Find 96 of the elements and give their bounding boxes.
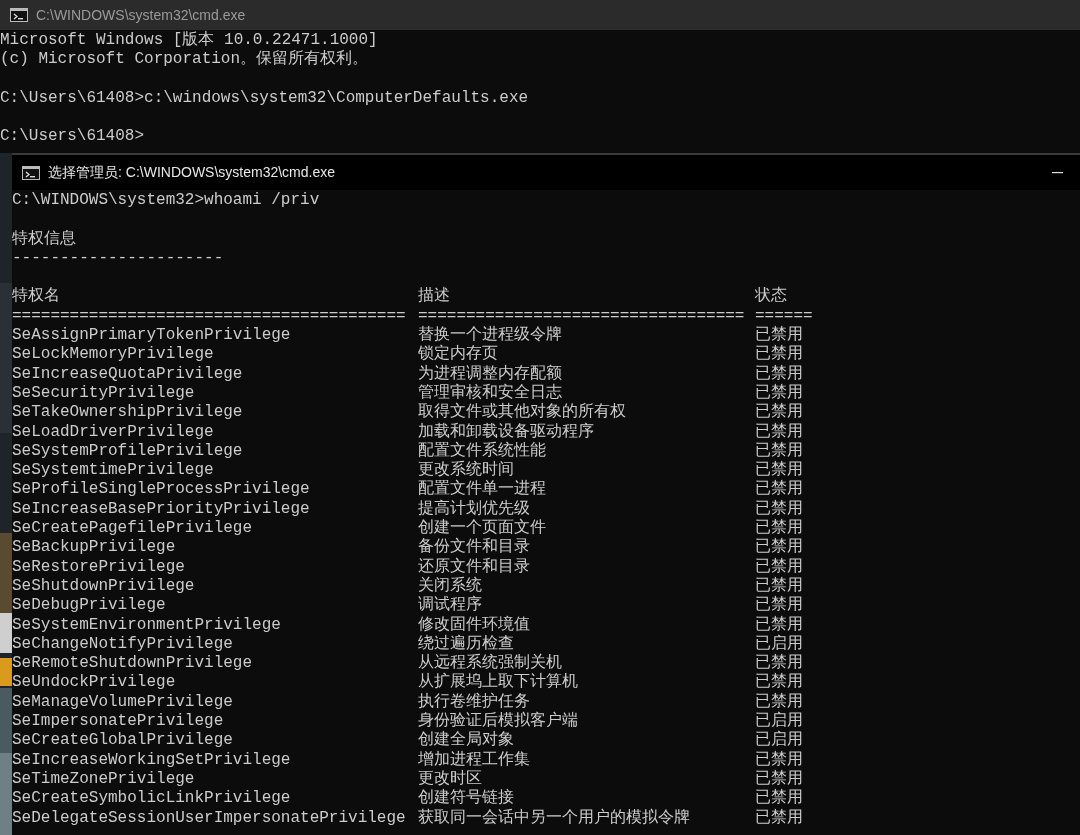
privilege-status: 已禁用: [755, 499, 803, 519]
privilege-name: SeCreateGlobalPrivilege: [12, 731, 233, 751]
privilege-name: SeImpersonatePrivilege: [12, 712, 224, 732]
privilege-description: 配置文件单一进程: [418, 480, 546, 499]
privilege-status: 已启用: [755, 712, 803, 730]
privilege-status: 已禁用: [755, 326, 803, 345]
privilege-description: 提高计划优先级: [418, 499, 530, 518]
console-line: (c) Microsoft Corporation。保留所有权利。: [0, 50, 369, 70]
privilege-description: 创建全局对象: [418, 731, 514, 751]
privilege-description: 修改固件环境值: [418, 615, 530, 634]
privilege-description: 锁定内存页: [418, 345, 498, 365]
privilege-name: SeChangeNotifyPrivilege: [12, 634, 233, 655]
privilege-name: SeDelegateSessionUserImpersonatePrivilege: [12, 808, 406, 828]
privilege-description: 加载和卸载设备驱动程序: [418, 422, 594, 441]
privilege-status: 已禁用: [755, 461, 803, 480]
privilege-name: SeIncreaseQuotaPrivilege: [12, 364, 243, 384]
console-line: Microsoft Windows [版本 10.0.22471.1000]: [0, 31, 378, 50]
window-title: C:\WINDOWS\system32\cmd.exe: [36, 7, 246, 23]
privilege-name: SeCreatePagefilePrivilege: [12, 519, 253, 539]
minimize-icon: [1051, 171, 1063, 174]
privilege-name: SeBackupPrivilege: [12, 538, 176, 558]
privilege-description: 执行卷维护任务: [418, 692, 530, 711]
privilege-name: SeSystemProfilePrivilege: [12, 441, 243, 462]
privilege-description: 替换一个进程级令牌: [418, 326, 562, 345]
privilege-status: 已禁用: [755, 654, 803, 673]
privilege-description: 调试程序: [418, 596, 482, 616]
privilege-status: 已禁用: [755, 519, 803, 538]
privilege-description: 从远程系统强制关机: [418, 654, 562, 673]
privilege-status: 已禁用: [755, 692, 803, 711]
privilege-status: 已禁用: [755, 596, 803, 616]
console-line: C:\Users\61408>c:\windows\system32\ComputerDefaults.exe: [0, 88, 529, 109]
privilege-description: 从扩展坞上取下计算机: [418, 673, 578, 692]
privilege-name: SeCreateSymbolicLinkPrivilege: [12, 789, 291, 809]
rule-line: ----------------------: [12, 248, 224, 269]
privilege-description: 创建符号链接: [418, 789, 514, 808]
privilege-name: SeSystemEnvironmentPrivilege: [12, 615, 281, 635]
rule-line: ==================================: [418, 306, 745, 326]
privilege-status: 已禁用: [755, 615, 803, 634]
privilege-description: 关闭系统: [418, 576, 482, 595]
privilege-name: SeAssignPrimaryTokenPrivilege: [12, 326, 291, 346]
privilege-status: 已禁用: [755, 750, 803, 770]
terminal-icon: [22, 165, 40, 180]
privilege-status: 已禁用: [755, 383, 803, 403]
privilege-name: SeDebugPrivilege: [12, 596, 166, 616]
column-header: 描述: [418, 287, 450, 307]
privilege-status: 已禁用: [755, 557, 803, 577]
rule-line: ======: [755, 306, 813, 326]
privilege-name: SeUndockPrivilege: [12, 673, 176, 693]
privilege-description: 配置文件系统性能: [418, 441, 546, 460]
privilege-status: 已禁用: [755, 769, 803, 789]
privilege-status: 已禁用: [755, 576, 803, 596]
privilege-name: SeIncreaseBasePriorityPrivilege: [12, 499, 310, 520]
privilege-status: 已禁用: [755, 422, 803, 442]
privilege-name: SeRemoteShutdownPrivilege: [12, 654, 253, 674]
privilege-name: SeTakeOwnershipPrivilege: [12, 403, 243, 423]
privilege-name: SeShutdownPrivilege: [12, 576, 195, 597]
window-title: 选择管理员: C:\WINDOWS\system32\cmd.exe: [48, 163, 337, 182]
privilege-description: 创建一个页面文件: [418, 519, 546, 538]
column-header: 状态: [755, 287, 787, 307]
console-line: C:\Users\61408>: [0, 127, 145, 147]
privilege-status: 已禁用: [755, 441, 803, 461]
privilege-status: 已禁用: [755, 673, 803, 693]
privilege-description: 增加进程工作集: [418, 750, 530, 770]
privilege-name: SeManageVolumePrivilege: [12, 692, 233, 712]
privilege-name: SeSecurityPrivilege: [12, 383, 195, 404]
section-title: 特权信息: [12, 229, 76, 249]
privilege-description: 更改时区: [418, 769, 482, 789]
privilege-description: 取得文件或其他对象的所有权: [418, 403, 626, 422]
privilege-description: 还原文件和目录: [418, 557, 530, 576]
rule-line: =========================================: [12, 306, 406, 327]
privilege-name: SeProfileSingleProcessPrivilege: [12, 480, 310, 500]
privilege-description: 绕过遍历检查: [418, 634, 514, 653]
privilege-description: 管理审核和安全日志: [418, 383, 562, 402]
privilege-name: SeLoadDriverPrivilege: [12, 422, 214, 442]
privilege-description: 身份验证后模拟客户端: [418, 712, 578, 731]
privilege-name: SeTimeZonePrivilege: [12, 769, 195, 790]
privilege-description: 备份文件和目录: [418, 538, 530, 557]
privilege-status: 已禁用: [755, 789, 803, 809]
privilege-description: 获取同一会话中另一个用户的模拟令牌: [418, 808, 690, 828]
privilege-description: 更改系统时间: [418, 461, 514, 480]
privilege-status: 已禁用: [755, 538, 803, 558]
privilege-name: SeIncreaseWorkingSetPrivilege: [12, 750, 291, 770]
privilege-status: 已禁用: [755, 345, 803, 365]
privilege-status: 已禁用: [755, 403, 803, 423]
privilege-status: 已禁用: [755, 480, 803, 500]
privilege-description: 为进程调整内存配额: [418, 364, 562, 383]
privilege-status: 已启用: [755, 731, 803, 751]
terminal-icon: [10, 8, 28, 22]
privilege-name: SeLockMemoryPrivilege: [12, 345, 214, 365]
privilege-status: 已禁用: [755, 364, 803, 384]
privilege-status: 已禁用: [755, 808, 803, 828]
privilege-name: SeSystemtimePrivilege: [12, 461, 214, 481]
privilege-status: 已启用: [755, 634, 803, 654]
command-line: C:\WINDOWS\system32>whoami /priv: [12, 191, 320, 211]
column-header: 特权名: [12, 287, 60, 307]
privilege-name: SeRestorePrivilege: [12, 557, 185, 577]
